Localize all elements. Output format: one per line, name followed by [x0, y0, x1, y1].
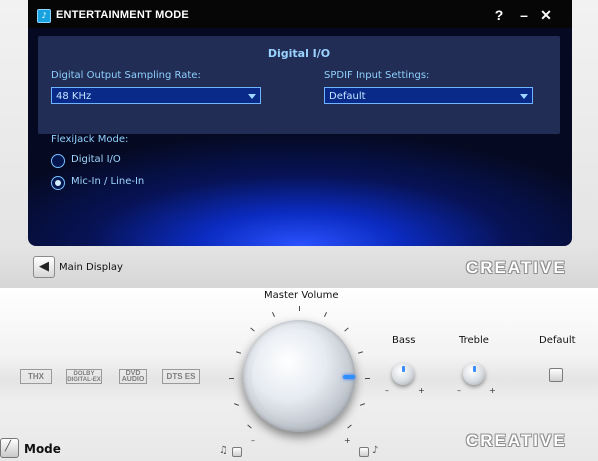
default-button[interactable]	[549, 368, 563, 382]
dts-logo: DTS ES	[162, 369, 200, 384]
bass-minus: –	[385, 386, 389, 395]
back-button[interactable]: ◀	[33, 256, 55, 278]
mode-label[interactable]: Mode	[24, 442, 61, 456]
volume-indicator	[343, 375, 355, 379]
volume-tick	[229, 378, 234, 379]
dvd-audio-logo: DVD AUDIO	[119, 369, 147, 384]
bass-knob[interactable]	[392, 363, 414, 385]
bass-plus: +	[418, 386, 425, 395]
main-display-label[interactable]: Main Display	[59, 262, 123, 273]
dolby-logo: DOLBY DIGITAL-EX	[66, 369, 102, 384]
volume-tick	[365, 378, 370, 379]
speaker-button[interactable]	[359, 447, 369, 457]
arrow-left-icon: ◀	[39, 259, 49, 274]
treble-knob[interactable]	[463, 363, 485, 385]
creative-logo: CREATIVE	[466, 258, 567, 277]
pen-icon: ╱	[5, 441, 12, 452]
default-label: Default	[539, 335, 576, 346]
bass-label: Bass	[392, 335, 416, 346]
knob-indicator	[402, 366, 405, 372]
creative-logo-bottom: CREATIVE	[466, 431, 567, 450]
output-rate-label: Digital Output Sampling Rate:	[51, 70, 201, 81]
master-volume-label: Master Volume	[264, 290, 339, 301]
chevron-down-icon	[248, 94, 256, 99]
output-rate-value: 48 KHz	[56, 91, 92, 102]
mode-button[interactable]: ╱	[0, 438, 19, 458]
knob-face	[252, 329, 346, 423]
radio-label: Digital I/O	[71, 154, 121, 165]
headphone-icon: ♫	[219, 445, 228, 456]
treble-label: Treble	[459, 335, 489, 346]
volume-minus: –	[251, 436, 255, 445]
digital-io-panel: Digital I/O Digital Output Sampling Rate…	[38, 36, 560, 134]
treble-minus: –	[457, 386, 461, 395]
minimize-button[interactable]: –	[514, 4, 534, 26]
knob-indicator	[473, 366, 476, 372]
volume-plus: +	[344, 436, 351, 445]
radio-label: Mic-In / Line-In	[71, 176, 145, 187]
speaker-app-icon: ♪	[37, 9, 51, 23]
speaker-icon: ♪	[372, 445, 379, 456]
spdif-dropdown[interactable]: Default	[324, 87, 533, 104]
treble-plus: +	[489, 386, 496, 395]
radio-selected-dot	[55, 180, 61, 186]
spdif-value: Default	[329, 91, 366, 102]
output-rate-dropdown[interactable]: 48 KHz	[51, 87, 261, 104]
display-screen: Digital I/O Digital Output Sampling Rate…	[28, 28, 572, 246]
window-title: ENTERTAINMENT MODE	[56, 9, 189, 21]
radio-circle	[51, 176, 65, 190]
panel-title: Digital I/O	[267, 47, 331, 60]
spdif-label: SPDIF Input Settings:	[324, 70, 430, 81]
volume-tick	[299, 306, 300, 311]
help-button[interactable]: ?	[489, 4, 509, 26]
chevron-down-icon	[520, 94, 528, 99]
master-volume-knob[interactable]	[243, 320, 355, 432]
radio-circle	[51, 154, 65, 168]
flexijack-label: FlexiJack Mode:	[51, 134, 129, 145]
thx-logo: THX	[20, 369, 52, 384]
headphone-button[interactable]	[232, 447, 242, 457]
close-button[interactable]: ✕	[536, 4, 556, 26]
